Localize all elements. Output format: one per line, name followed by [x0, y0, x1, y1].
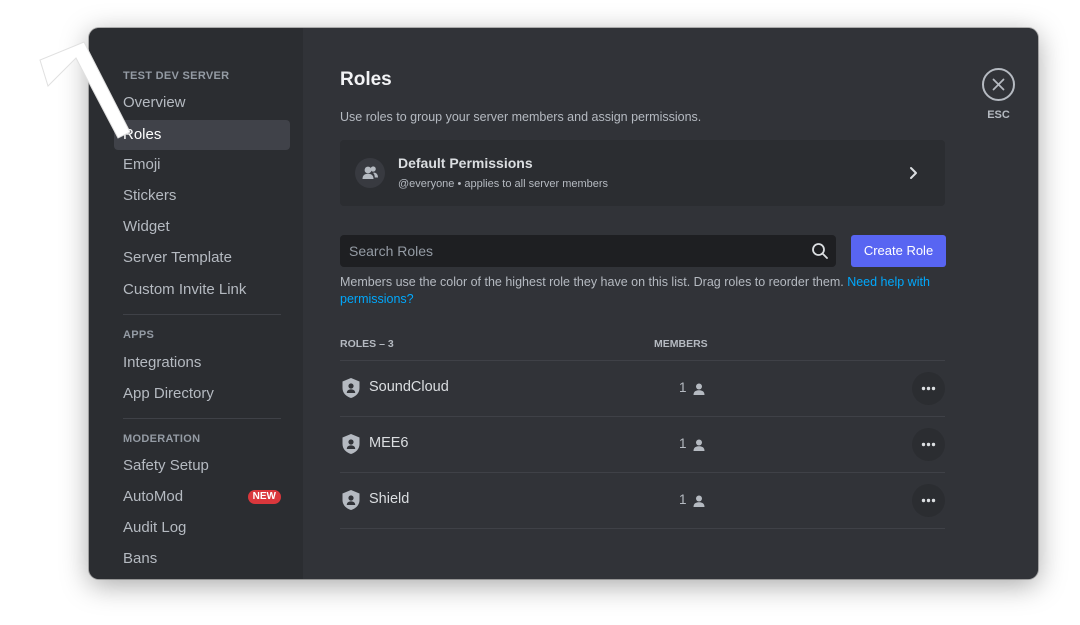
- sidebar-item-bans[interactable]: Bans: [114, 544, 290, 574]
- role-row[interactable]: Shield 1: [340, 472, 945, 529]
- member-icon: [693, 383, 705, 395]
- role-shield-icon: [342, 434, 360, 454]
- members-column-header: MEMBERS: [654, 338, 708, 350]
- default-permissions-title: Default Permissions: [398, 155, 533, 171]
- role-name: SoundCloud: [369, 379, 449, 395]
- role-row[interactable]: MEE6 1: [340, 416, 945, 472]
- members-icon: [355, 158, 385, 188]
- sidebar-item-emoji[interactable]: Emoji: [114, 150, 290, 180]
- sidebar-item-roles[interactable]: Roles: [114, 120, 290, 150]
- role-member-count: 1: [679, 436, 687, 451]
- sidebar-item-safety-setup[interactable]: Safety Setup: [114, 451, 290, 481]
- search-icon: [812, 243, 828, 259]
- close-settings-button[interactable]: [982, 68, 1015, 101]
- role-name: MEE6: [369, 435, 409, 451]
- close-icon: [992, 78, 1005, 91]
- role-more-options-button[interactable]: [912, 484, 945, 517]
- sidebar-item-audit-log[interactable]: Audit Log: [114, 513, 290, 543]
- sidebar-item-label: AutoMod: [123, 488, 184, 505]
- role-shield-icon: [342, 490, 360, 510]
- sidebar-item-widget[interactable]: Widget: [114, 212, 290, 242]
- sidebar-header-apps: APPS: [123, 329, 155, 341]
- sidebar-item-server-template[interactable]: Server Template: [114, 243, 290, 273]
- member-icon: [693, 495, 705, 507]
- role-row[interactable]: SoundCloud 1: [340, 360, 945, 416]
- page-description: Use roles to group your server members a…: [340, 110, 702, 124]
- sidebar-item-integrations[interactable]: Integrations: [114, 348, 290, 378]
- role-member-count: 1: [679, 492, 687, 507]
- more-horizontal-icon: [921, 498, 936, 503]
- sidebar-header-moderation: MODERATION: [123, 433, 201, 445]
- new-badge: NEW: [247, 490, 281, 504]
- chevron-right-icon: [910, 167, 917, 179]
- sidebar-item-overview[interactable]: Overview: [114, 88, 290, 118]
- esc-label: ESC: [987, 109, 1010, 121]
- server-settings-window: TEST DEV SERVER Overview Roles Emoji Sti…: [89, 28, 1038, 579]
- role-shield-icon: [342, 378, 360, 398]
- roles-column-header: ROLES – 3: [340, 338, 394, 350]
- search-roles-input[interactable]: Search Roles: [340, 235, 836, 267]
- role-name: Shield: [369, 491, 410, 507]
- page-title: Roles: [340, 69, 392, 90]
- create-role-button[interactable]: Create Role: [851, 235, 946, 267]
- screenshot-stage: TEST DEV SERVER Overview Roles Emoji Sti…: [0, 0, 1080, 625]
- sidebar-header-server: TEST DEV SERVER: [123, 70, 230, 82]
- more-horizontal-icon: [921, 386, 936, 391]
- default-permissions-card[interactable]: Default Permissions @everyone • applies …: [340, 140, 945, 206]
- info-text: Members use the color of the highest rol…: [340, 275, 848, 289]
- settings-sidebar: TEST DEV SERVER Overview Roles Emoji Sti…: [89, 28, 303, 579]
- member-icon: [693, 439, 705, 451]
- role-more-options-button[interactable]: [912, 372, 945, 405]
- sidebar-divider: [123, 314, 281, 315]
- more-horizontal-icon: [921, 442, 936, 447]
- sidebar-item-app-directory[interactable]: App Directory: [114, 379, 290, 409]
- role-more-options-button[interactable]: [912, 428, 945, 461]
- sidebar-divider: [123, 418, 281, 419]
- role-member-count: 1: [679, 380, 687, 395]
- sidebar-item-stickers[interactable]: Stickers: [114, 181, 290, 211]
- sidebar-item-custom-invite-link[interactable]: Custom Invite Link: [114, 275, 290, 305]
- search-placeholder: Search Roles: [349, 243, 434, 259]
- roles-content: Roles Use roles to group your server mem…: [303, 28, 1038, 579]
- default-permissions-subtitle: @everyone • applies to all server member…: [398, 178, 609, 190]
- sidebar-item-automod[interactable]: AutoMod NEW: [114, 482, 290, 512]
- roles-info-text: Members use the color of the highest rol…: [340, 274, 940, 308]
